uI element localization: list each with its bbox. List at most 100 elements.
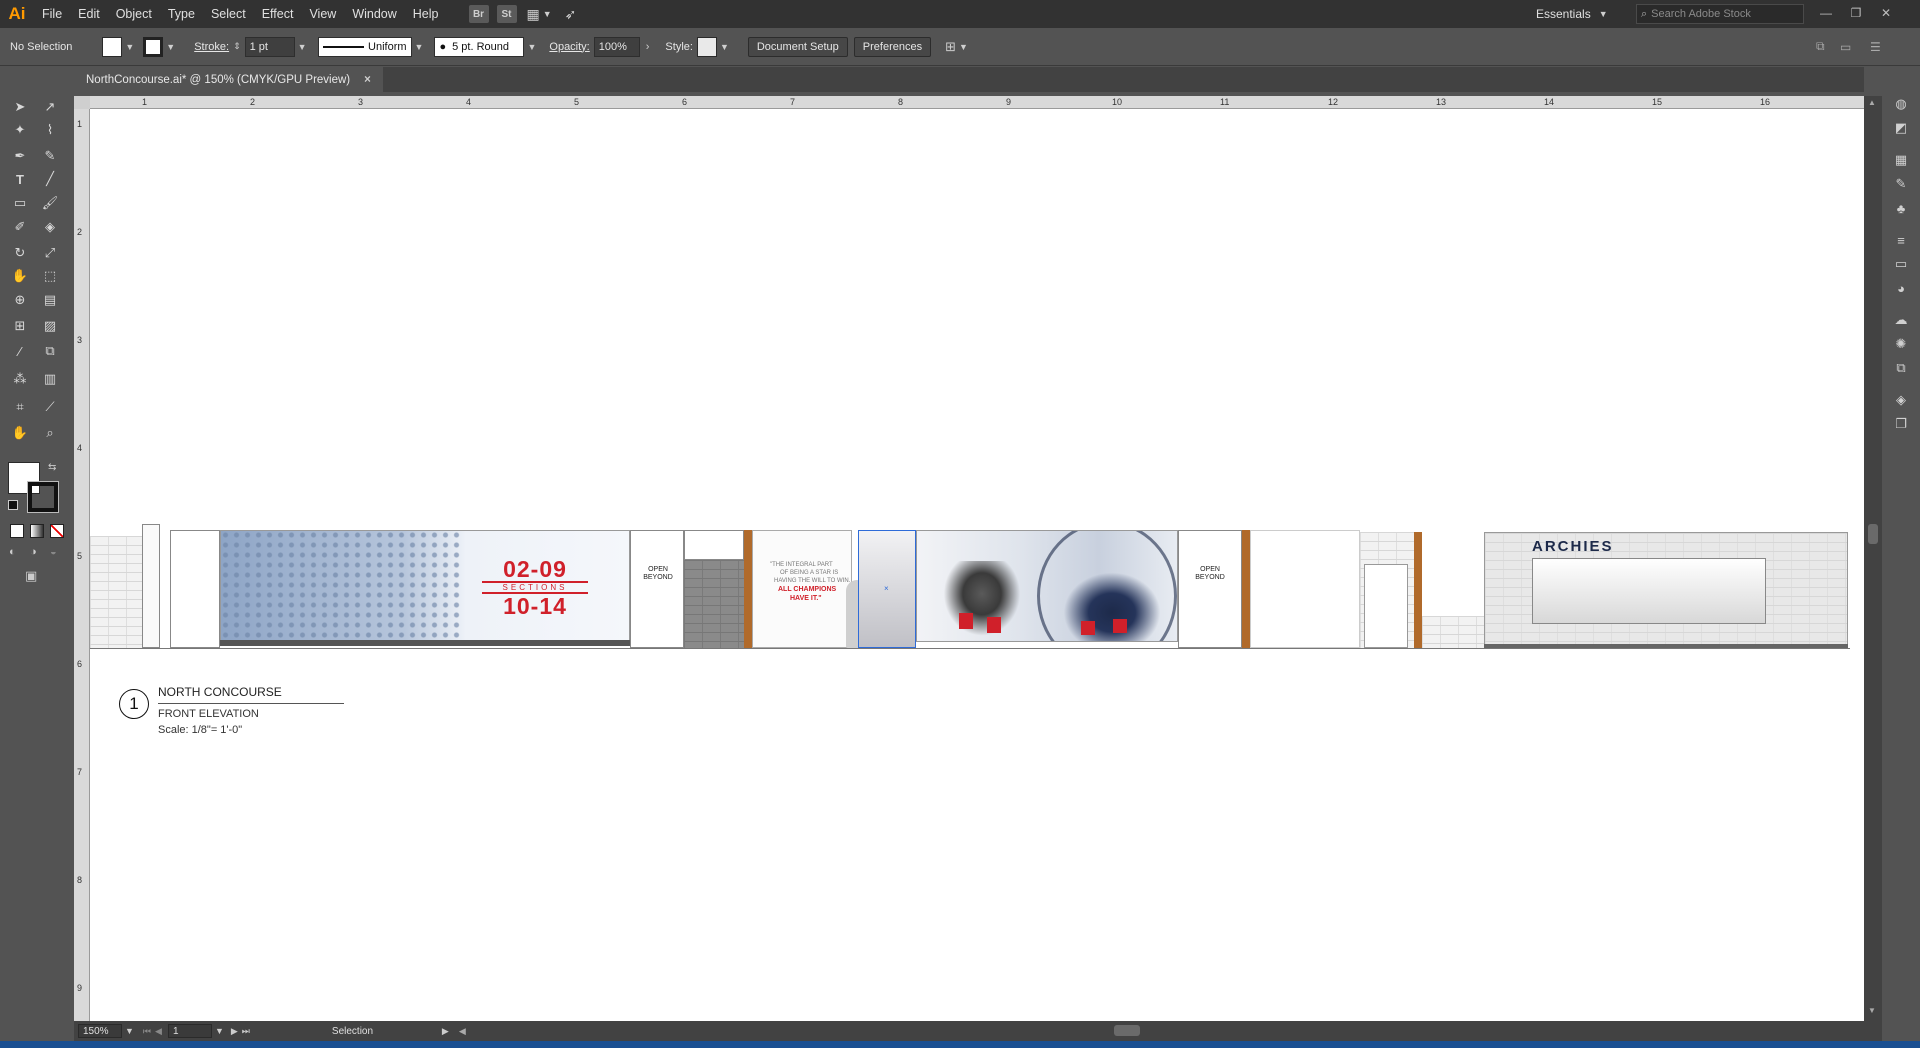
selection-center-point[interactable]: × (884, 584, 889, 593)
fill-chevron-icon[interactable]: ▼ (125, 42, 134, 52)
gpu-performance-icon[interactable]: ➶ (565, 6, 577, 23)
curvature-tool-icon[interactable]: ✎ (37, 145, 63, 167)
close-tab-icon[interactable]: × (364, 74, 371, 86)
color-panel-icon[interactable]: ◍ (1892, 96, 1910, 112)
vertical-scroll-thumb[interactable] (1868, 524, 1878, 544)
screen-mode-icon[interactable]: ▣ (25, 568, 37, 584)
stroke-color-box[interactable] (27, 481, 59, 513)
scroll-up-icon[interactable]: ▲ (1868, 98, 1876, 107)
artboard-canvas[interactable]: 02-09 SECTIONS 10-14 OPEN BEYOND "THE IN… (90, 109, 1864, 1021)
stroke-chevron-icon[interactable]: ▼ (166, 42, 175, 52)
stroke-profile-chevron-icon[interactable]: ▼ (415, 42, 424, 52)
direct-selection-tool-icon[interactable]: ↗ (37, 96, 63, 118)
graph-tool-icon[interactable]: ▥ (37, 368, 63, 390)
bridge-button[interactable]: Br (468, 5, 489, 23)
elevation-drawing[interactable]: 02-09 SECTIONS 10-14 OPEN BEYOND "THE IN… (90, 524, 1864, 664)
opacity-expand-icon[interactable]: › (646, 41, 650, 53)
shape-builder-tool-icon[interactable]: ⊕ (7, 289, 33, 311)
menu-type[interactable]: Type (160, 0, 203, 28)
arrange-chevron-icon[interactable]: ▼ (543, 9, 552, 19)
arrange-documents-icon[interactable]: ▦ (527, 6, 540, 23)
default-colors-icon[interactable] (8, 500, 18, 510)
menu-object[interactable]: Object (108, 0, 160, 28)
artboard-tool-icon[interactable]: ⌗ (7, 396, 33, 418)
gradient-tool-icon[interactable]: ▨ (37, 315, 63, 337)
hand-tool-icon[interactable]: ✋ (7, 422, 33, 444)
horizontal-scroll-thumb[interactable] (1114, 1025, 1140, 1036)
scroll-left-icon[interactable]: ◀ (459, 1026, 466, 1037)
brush-chevron-icon[interactable]: ▼ (527, 42, 536, 52)
align-options-icon[interactable]: ⊞ (945, 39, 956, 55)
libraries-panel-icon[interactable]: ☁ (1892, 312, 1910, 328)
artboards-panel-icon[interactable]: ❐ (1892, 416, 1910, 432)
ruler-origin[interactable] (74, 96, 90, 109)
stroke-swatch[interactable] (143, 36, 164, 57)
slice-tool-icon[interactable]: ⟋ (37, 396, 63, 418)
minimize-icon[interactable]: — (1816, 4, 1836, 22)
menu-view[interactable]: View (301, 0, 344, 28)
panel-toggle-icon[interactable]: ▭ (1840, 40, 1851, 54)
artboard-chevron-icon[interactable]: ▼ (215, 1026, 224, 1036)
draw-inside-icon[interactable]: ◒ (50, 546, 57, 558)
gradient-panel-icon[interactable]: ▭ (1892, 256, 1910, 272)
swap-colors-icon[interactable]: ⇆ (48, 462, 56, 473)
menu-effect[interactable]: Effect (254, 0, 302, 28)
zoom-tool-icon[interactable]: ⌕ (37, 422, 63, 444)
menu-file[interactable]: File (34, 0, 70, 28)
next-artboard-icon[interactable]: ▶ (231, 1026, 238, 1037)
pen-tool-icon[interactable]: ✒ (7, 145, 33, 167)
style-chevron-icon[interactable]: ▼ (720, 42, 729, 52)
scale-tool-icon[interactable]: ⤢ (37, 242, 63, 264)
restore-icon[interactable]: ❐ (1846, 4, 1866, 22)
previous-artboard-icon[interactable]: ◀ (155, 1026, 162, 1037)
scroll-down-icon[interactable]: ▼ (1868, 1006, 1876, 1015)
artboard-number-field[interactable]: 1 (167, 1024, 212, 1038)
vertical-scrollbar[interactable]: ▲ ▼ (1864, 96, 1882, 1021)
menu-edit[interactable]: Edit (70, 0, 108, 28)
warp-tool-icon[interactable]: ✋ (7, 265, 33, 287)
paintbrush-tool-icon[interactable]: 🖌 (37, 192, 63, 214)
line-tool-icon[interactable]: ╱ (37, 168, 63, 190)
brushes-panel-icon[interactable]: ✎ (1892, 176, 1910, 192)
graphic-styles-panel-icon[interactable]: ⧉ (1892, 360, 1910, 376)
none-mode-icon[interactable] (50, 524, 64, 538)
panel-arrange-icon[interactable]: ⧉ (1816, 39, 1825, 54)
draw-normal-icon[interactable]: ◐ (9, 546, 16, 558)
panel-menu-icon[interactable]: ☰ (1870, 40, 1881, 54)
stroke-profile-select[interactable]: Uniform (317, 36, 412, 57)
gradient-mode-icon[interactable] (30, 524, 44, 538)
stock-search-input[interactable]: ⌕ Search Adobe Stock (1636, 4, 1804, 24)
menu-window[interactable]: Window (344, 0, 404, 28)
eraser-tool-icon[interactable]: ◈ (37, 216, 63, 238)
stroke-weight-chevron-icon[interactable]: ▼ (298, 42, 307, 52)
align-chevron-icon[interactable]: ▼ (959, 42, 968, 52)
lasso-tool-icon[interactable]: ⌇ (37, 119, 63, 141)
style-swatch[interactable] (696, 36, 717, 57)
opacity-label[interactable]: Opacity: (549, 41, 589, 53)
workspace-switcher[interactable]: Essentials ▼ (1536, 0, 1611, 28)
zoom-chevron-icon[interactable]: ▼ (125, 1026, 134, 1036)
type-tool-icon[interactable]: T (7, 168, 33, 190)
selection-tool-icon[interactable]: ➤ (7, 96, 33, 118)
brush-select[interactable]: ● 5 pt. Round (434, 36, 525, 57)
mesh-tool-icon[interactable]: ⊞ (7, 315, 33, 337)
menu-select[interactable]: Select (203, 0, 254, 28)
eyedropper-tool-icon[interactable]: ⁄ (7, 340, 33, 362)
color-guide-panel-icon[interactable]: ◩ (1892, 120, 1910, 136)
preferences-button[interactable]: Preferences (853, 36, 932, 57)
free-transform-tool-icon[interactable]: ⬚ (37, 265, 63, 287)
color-mode-icon[interactable] (10, 524, 24, 538)
symbols-panel-icon[interactable]: ♣ (1892, 200, 1910, 216)
blend-tool-icon[interactable]: ⧉ (37, 340, 63, 362)
document-setup-button[interactable]: Document Setup (747, 36, 848, 57)
menu-help[interactable]: Help (405, 0, 447, 28)
appearance-panel-icon[interactable]: ✺ (1892, 336, 1910, 352)
vertical-ruler[interactable]: 1 2 3 4 5 6 7 8 9 (74, 109, 90, 1021)
shaper-tool-icon[interactable]: ✐ (7, 216, 33, 238)
layers-panel-icon[interactable]: ◈ (1892, 392, 1910, 408)
rotate-tool-icon[interactable]: ↻ (7, 242, 33, 264)
stroke-weight-field[interactable]: 1 pt (244, 36, 295, 57)
horizontal-ruler[interactable]: 1 2 3 4 5 6 7 8 9 10 11 12 13 14 15 16 (90, 96, 1864, 109)
status-menu-icon[interactable]: ▶ (442, 1026, 449, 1037)
stroke-panel-icon[interactable]: ≡ (1892, 232, 1910, 248)
